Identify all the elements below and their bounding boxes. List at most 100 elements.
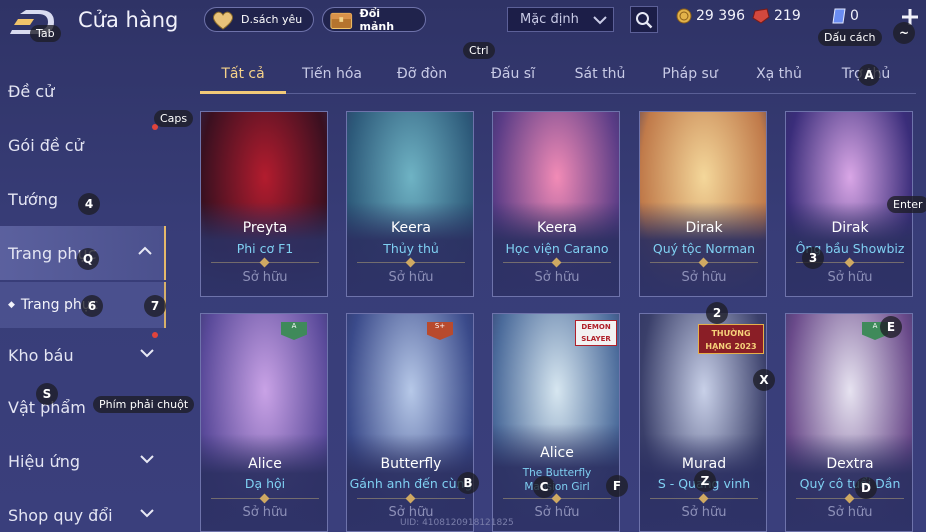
active-tab-indicator xyxy=(200,91,286,94)
key-hint-a: A xyxy=(858,64,880,86)
sidebar-item-label: Hiệu ứng xyxy=(8,451,80,471)
key-hint-tab: Tab xyxy=(30,25,61,42)
sidebar-item-label: Tướng xyxy=(8,189,58,209)
sidebar-item-bundles[interactable]: Gói đề cử xyxy=(0,118,166,172)
sort-dropdown[interactable]: Mặc định xyxy=(507,7,614,32)
tab-tank[interactable]: Đỡ đòn xyxy=(386,66,458,82)
hero-name: Alice xyxy=(248,456,282,472)
card-divider xyxy=(650,493,758,504)
wishlist-button[interactable]: D.sách yêu xyxy=(204,7,314,32)
owned-status: Sở hữu xyxy=(827,505,873,520)
tab-mage[interactable]: Pháp sư xyxy=(654,66,726,82)
skin-card[interactable]: Keera Thủy thủ Sở hữu xyxy=(346,111,474,297)
search-icon xyxy=(636,11,653,28)
search-button[interactable] xyxy=(630,6,658,33)
owned-status: Sở hữu xyxy=(242,505,288,520)
card-divider xyxy=(357,493,465,504)
owned-status: Sở hữu xyxy=(681,505,727,520)
owned-status: Sở hữu xyxy=(534,270,580,285)
tier-label: S+ xyxy=(434,322,446,330)
card-divider xyxy=(211,257,319,268)
hero-name: Keera xyxy=(390,220,432,236)
tab-all[interactable]: Tất cả xyxy=(200,66,286,82)
voucher-icon xyxy=(832,8,846,24)
key-hint-z: Z xyxy=(694,470,716,492)
key-hint-4: 4 xyxy=(78,193,100,215)
chevron-down-icon xyxy=(140,509,154,518)
tab-assassin[interactable]: Sát thủ xyxy=(566,66,634,82)
key-hint-s: S xyxy=(36,383,58,405)
skin-card[interactable]: DEMON SLAYER Alice The Butterfly Mansion… xyxy=(492,313,620,532)
gold-coin-icon xyxy=(676,8,692,24)
hero-name: Butterfly xyxy=(380,456,442,472)
sidebar-item-featured[interactable]: Đề cử xyxy=(0,64,166,118)
skin-card[interactable]: Preyta Phi cơ F1 Sở hữu xyxy=(200,111,328,297)
sidebar-item-treasure[interactable]: Kho báu xyxy=(0,328,166,382)
key-hint-enter: Enter xyxy=(887,196,926,213)
sidebar-item-exchange-shop[interactable]: Shop quy đổi xyxy=(0,488,166,532)
gem-balance: 219 xyxy=(752,8,801,24)
ruby-icon xyxy=(752,8,770,24)
tab-evolution[interactable]: Tiến hóa xyxy=(294,66,370,82)
chevron-down-icon xyxy=(593,15,607,24)
card-divider xyxy=(650,257,758,268)
page-title: Cửa hàng xyxy=(78,8,179,32)
skin-grid: Preyta Phi cơ F1 Sở hữu Keera Thủy thủ S… xyxy=(200,111,916,532)
tab-fighter[interactable]: Đấu sĩ xyxy=(480,66,546,82)
key-hint-e: E xyxy=(880,316,902,338)
collab-badge: DEMON SLAYER xyxy=(575,320,617,346)
sort-value: Mặc định xyxy=(520,12,579,27)
hero-name: Preyta xyxy=(242,220,288,236)
key-hint-ctrl: Ctrl xyxy=(463,42,495,59)
sidebar-item-label: Shop quy đổi xyxy=(8,505,113,525)
card-divider xyxy=(503,493,611,504)
gem-value: 219 xyxy=(774,8,801,24)
skin-card[interactable]: A Alice Dạ hội Sở hữu xyxy=(200,313,328,532)
bullet-icon: ◆ xyxy=(8,300,15,310)
key-hint-space: Dấu cách xyxy=(818,29,882,46)
card-divider xyxy=(211,493,319,504)
key-hint-d: D xyxy=(855,477,877,499)
tier-label: A xyxy=(872,322,878,330)
skin-card[interactable]: S+ Butterfly Gánh anh đến cùng Sở hữu xyxy=(346,313,474,532)
sidebar-item-effects[interactable]: Hiệu ứng xyxy=(0,434,166,488)
skin-name: Dạ hội xyxy=(244,476,286,491)
card-divider xyxy=(357,257,465,268)
key-hint-c: C xyxy=(533,476,555,498)
exchange-button[interactable]: Đổi mảnh xyxy=(322,6,426,33)
skin-card[interactable]: A Dextra Quý cô tuổi Dần Sở hữu xyxy=(785,313,913,532)
skin-card[interactable]: THƯỜNG HẠNG 2023 Murad S - Quang vinh Sở… xyxy=(639,313,767,532)
skin-card[interactable]: Dirak Quý tộc Norman Sở hữu xyxy=(639,111,767,297)
skin-name: Gánh anh đến cùng xyxy=(349,476,473,491)
notification-dot xyxy=(152,332,158,338)
chevron-down-icon xyxy=(140,455,154,464)
key-hint-7: 7 xyxy=(144,295,166,317)
hero-name: Dextra xyxy=(826,456,874,472)
card-divider xyxy=(796,493,904,504)
skin-name: Học viện Carano xyxy=(505,241,609,256)
coin-value: 29 396 xyxy=(696,8,745,24)
skin-name: Quý tộc Norman xyxy=(652,241,756,256)
skin-card[interactable]: Keera Học viện Carano Sở hữu xyxy=(492,111,620,297)
tier-label: A xyxy=(291,322,297,330)
hero-name: Alice xyxy=(540,445,574,461)
owned-status: Sở hữu xyxy=(388,270,434,285)
key-hint-q: Q xyxy=(77,248,99,270)
key-hint-3: 3 xyxy=(802,247,824,269)
exchange-label: Đổi mảnh xyxy=(359,6,395,33)
tab-marksman[interactable]: Xạ thủ xyxy=(746,66,812,82)
top-bar: Cửa hàng D.sách yêu Đổi mảnh Mặc định 29 xyxy=(0,0,926,46)
key-hint-b: B xyxy=(457,472,479,494)
key-hint-x: X xyxy=(753,369,775,391)
key-hint-tilde: ~ xyxy=(893,22,915,44)
sidebar-item-label: Gói đề cử xyxy=(8,135,84,155)
voucher-balance: 0 xyxy=(832,8,859,24)
voucher-value: 0 xyxy=(850,8,859,24)
hero-name: Dirak xyxy=(685,220,723,236)
hero-name: Keera xyxy=(536,220,578,236)
user-id-watermark: UID: 4108120918121825 xyxy=(400,518,514,528)
sidebar-item-label: Đề cử xyxy=(8,81,55,101)
key-hint-6: 6 xyxy=(81,295,103,317)
owned-status: Sở hữu xyxy=(242,270,288,285)
key-hint-2: 2 xyxy=(706,302,728,324)
